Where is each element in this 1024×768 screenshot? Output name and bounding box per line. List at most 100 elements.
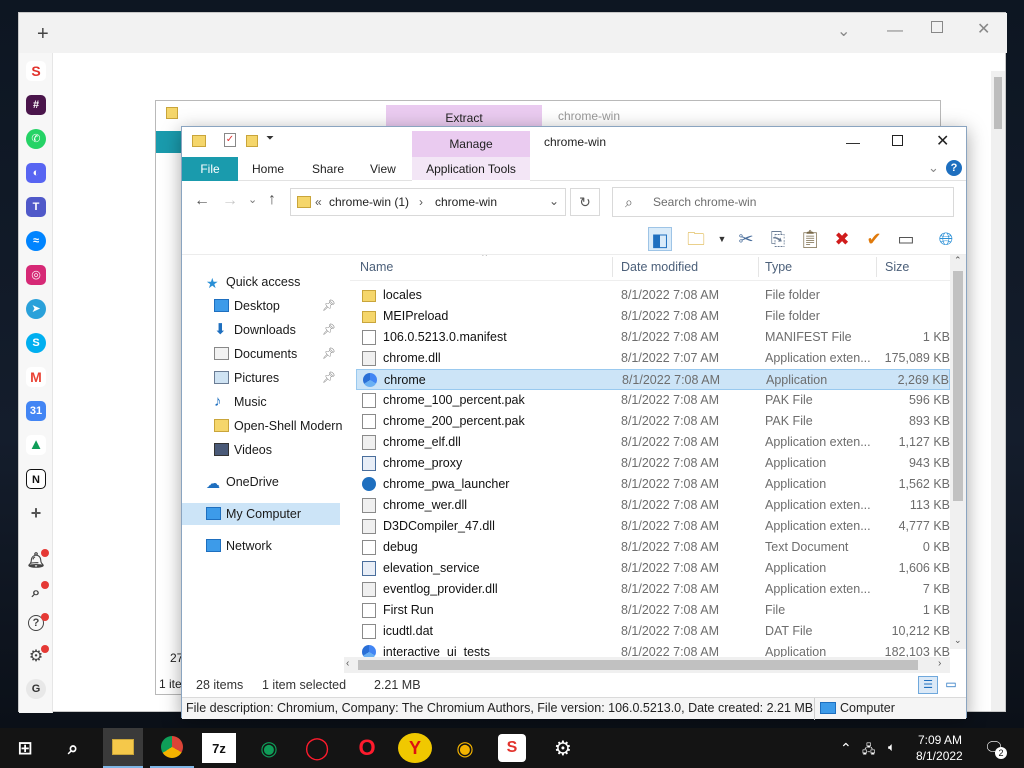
avatar[interactable]: G <box>26 679 46 699</box>
opera-gx-icon[interactable]: O <box>350 733 384 763</box>
breadcrumb-part[interactable]: chrome-win (1) <box>329 195 409 209</box>
table-row[interactable]: MEIPreload 8/1/2022 7:08 AM File folder <box>356 306 950 327</box>
nav-onedrive[interactable]: ☁ OneDrive <box>182 471 340 493</box>
nav-open-shell[interactable]: Open-Shell Modern <box>182 415 342 437</box>
up-arrow-icon[interactable]: ↑ <box>268 191 276 209</box>
tab-home[interactable]: Home <box>252 162 284 176</box>
skype-icon[interactable]: S <box>26 333 46 353</box>
tab-file[interactable]: File <box>182 157 238 181</box>
column-size[interactable]: Size <box>885 260 909 274</box>
windows-start-icon[interactable]: ⊞ <box>8 733 42 763</box>
column-date[interactable]: Date modified <box>621 260 698 274</box>
instagram-icon[interactable]: ◎ <box>26 265 46 285</box>
new-tab-button[interactable]: + <box>37 23 49 46</box>
new-folder-icon[interactable] <box>246 135 258 147</box>
table-row[interactable]: First Run 8/1/2022 7:08 AM File 1 KB <box>356 600 950 621</box>
shift-icon[interactable]: S <box>498 734 526 762</box>
address-bar[interactable]: « chrome-win (1) › chrome-win ⌄ <box>290 188 566 216</box>
scroll-left-icon[interactable]: ‹ <box>346 658 349 669</box>
breadcrumb-separator-icon[interactable]: › <box>419 195 423 209</box>
search-icon[interactable]: ⌕ <box>56 733 90 763</box>
close-icon[interactable]: ✕ <box>977 19 990 39</box>
table-row[interactable]: chrome_wer.dll 8/1/2022 7:08 AM Applicatio… <box>356 495 950 516</box>
clock-time[interactable]: 7:09 AM <box>918 733 962 747</box>
large-icons-view-icon[interactable]: ▭ <box>942 676 960 694</box>
chevron-up-icon[interactable]: ⌃ <box>840 740 852 757</box>
cut-icon[interactable]: ✂ <box>734 227 758 251</box>
back-arrow-icon[interactable]: ← <box>194 192 210 210</box>
column-divider[interactable] <box>612 257 613 277</box>
nav-network[interactable]: Network <box>182 535 340 557</box>
checkmark-icon[interactable]: ✔ <box>862 227 886 251</box>
maximize-button[interactable] <box>892 135 903 146</box>
nav-music[interactable]: ♪ Music <box>182 391 340 413</box>
table-row[interactable]: 106.0.5213.0.manifest 8/1/2022 7:08 AM MAN… <box>356 327 950 348</box>
tab-application-tools[interactable]: Application Tools <box>412 157 530 181</box>
chrome-icon[interactable] <box>150 728 194 768</box>
globe-icon[interactable]: 🌐︎ <box>934 227 958 251</box>
preview-pane-icon[interactable]: ◧ <box>648 227 672 251</box>
help-icon[interactable]: ? <box>946 160 962 176</box>
search-input[interactable]: ⌕ Search chrome-win <box>612 187 954 217</box>
pin-icon[interactable]: 📌︎ <box>322 319 336 341</box>
refresh-button[interactable]: ↻ <box>570 188 600 216</box>
close-button[interactable]: ✕ <box>936 131 949 151</box>
table-row[interactable]: D3DCompiler_47.dll 8/1/2022 7:08 AM Applic… <box>356 516 950 537</box>
browser-scrollbar[interactable] <box>991 71 1005 711</box>
nav-documents[interactable]: Documents 📌︎ <box>182 343 340 365</box>
paste-icon[interactable]: 📋︎ <box>798 227 822 251</box>
table-row[interactable]: locales 8/1/2022 7:08 AM File folder <box>356 285 950 306</box>
nav-pictures[interactable]: Pictures 📌︎ <box>182 367 340 389</box>
clock-date[interactable]: 8/1/2022 <box>916 749 963 763</box>
table-row[interactable]: chrome_100_percent.pak 8/1/2022 7:08 AM PA… <box>356 390 950 411</box>
chevron-down-icon[interactable]: ⌄ <box>837 21 850 41</box>
scroll-thumb[interactable] <box>953 271 963 501</box>
file-tab-partial[interactable] <box>156 131 182 153</box>
nav-my-computer[interactable]: My Computer <box>182 503 340 525</box>
shift-icon[interactable]: S <box>26 61 46 81</box>
table-row[interactable]: chrome_proxy 8/1/2022 7:08 AM Application 9… <box>356 453 950 474</box>
nav-downloads[interactable]: ⬇ Downloads 📌︎ <box>182 319 340 341</box>
nav-videos[interactable]: Videos <box>182 439 340 461</box>
customize-qat-icon[interactable]: ⏷ <box>266 133 274 144</box>
file-explorer-icon[interactable] <box>103 728 143 768</box>
copy-icon[interactable]: ⎘ <box>766 227 790 251</box>
list-scrollbar[interactable]: ⌃ ⌄ <box>950 255 966 649</box>
messenger-icon[interactable]: ≈ <box>26 231 46 251</box>
chrome-canary-icon[interactable]: ◉ <box>448 733 482 763</box>
maximize-icon[interactable] <box>931 21 943 33</box>
rename-icon[interactable]: ▭ <box>894 227 918 251</box>
gmail-icon[interactable]: M <box>26 367 46 387</box>
scroll-up-icon[interactable]: ⌃ <box>954 255 962 266</box>
add-app-icon[interactable]: + <box>26 503 46 523</box>
table-row[interactable]: chrome.dll 8/1/2022 7:07 AM Application ex… <box>356 348 950 369</box>
slack-icon[interactable]: # <box>26 95 46 115</box>
calendar-icon[interactable]: 31 <box>26 401 46 421</box>
table-row[interactable]: chrome 8/1/2022 7:08 AM Application 2,269 K… <box>356 369 950 390</box>
volume-icon[interactable]: 🔈︎ <box>888 740 895 755</box>
scroll-thumb[interactable] <box>358 660 918 670</box>
scroll-thumb[interactable] <box>994 77 1002 129</box>
pin-icon[interactable]: 📌︎ <box>322 295 336 317</box>
opera-icon[interactable]: ◯ <box>300 733 334 763</box>
overflow-chevron[interactable]: « <box>315 195 322 209</box>
table-row[interactable]: eventlog_provider.dll 8/1/2022 7:08 AM App… <box>356 579 950 600</box>
settings-icon[interactable]: ⚙ <box>546 733 580 763</box>
scroll-down-icon[interactable]: ⌄ <box>954 635 962 646</box>
yandex-icon[interactable]: Y <box>398 733 432 763</box>
notion-icon[interactable]: N <box>26 469 46 489</box>
telegram-icon[interactable]: ➤ <box>26 299 46 319</box>
table-row[interactable]: chrome_200_percent.pak 8/1/2022 7:08 AM PA… <box>356 411 950 432</box>
minimize-button[interactable]: — <box>846 134 860 150</box>
column-type[interactable]: Type <box>765 260 792 274</box>
7zip-icon[interactable]: 7z <box>202 733 236 763</box>
pin-icon[interactable]: 📌︎ <box>322 367 336 389</box>
chevron-down-icon[interactable]: ⌄ <box>549 194 559 208</box>
whatsapp-icon[interactable]: ✆ <box>26 129 46 149</box>
column-divider[interactable] <box>758 257 759 277</box>
column-divider[interactable] <box>876 257 877 277</box>
nav-desktop[interactable]: Desktop 📌︎ <box>182 295 340 317</box>
horizontal-scrollbar[interactable]: ‹ › <box>344 657 950 673</box>
scroll-right-icon[interactable]: › <box>938 658 941 669</box>
table-row[interactable]: chrome_elf.dll 8/1/2022 7:08 AM Applicatio… <box>356 432 950 453</box>
